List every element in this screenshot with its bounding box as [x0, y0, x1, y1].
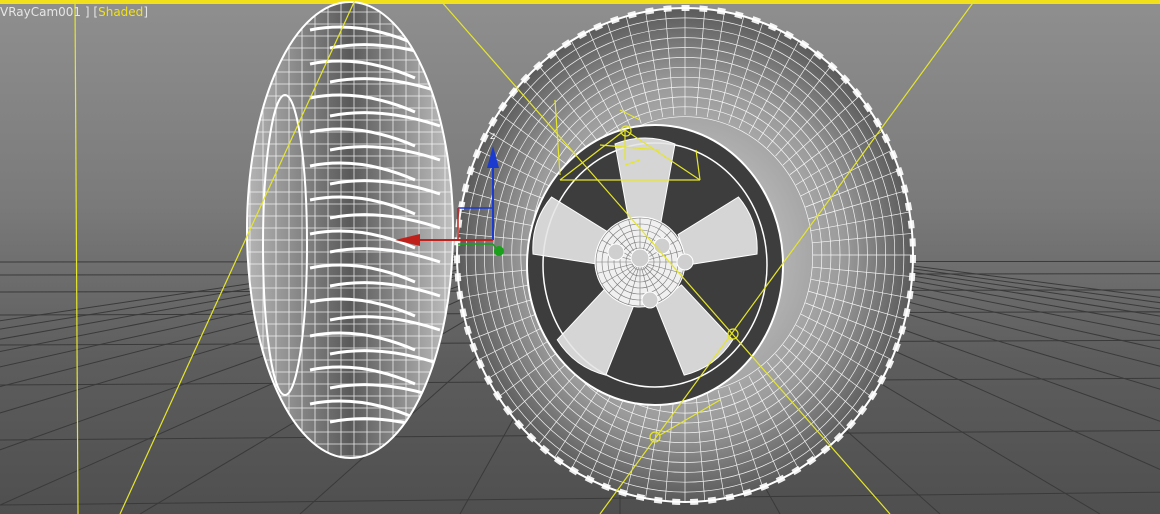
- tire-left-mesh[interactable]: [240, 0, 460, 460]
- label-bracket-close-2: ]: [143, 5, 148, 19]
- scene-canvas[interactable]: z: [0, 0, 1160, 514]
- wheel-rim[interactable]: [526, 124, 784, 406]
- tire-right-mesh[interactable]: [454, 5, 916, 505]
- label-bracket-close: ]: [84, 5, 90, 19]
- shading-mode-label[interactable]: Shaded: [98, 5, 143, 19]
- perspective-viewport[interactable]: z VRayCam001 ] [Shaded]: [0, 0, 1160, 514]
- camera-name-label[interactable]: VRayCam001: [0, 5, 81, 19]
- gizmo-z-label: z: [490, 131, 495, 142]
- viewport-label[interactable]: VRayCam001 ] [Shaded]: [0, 5, 148, 19]
